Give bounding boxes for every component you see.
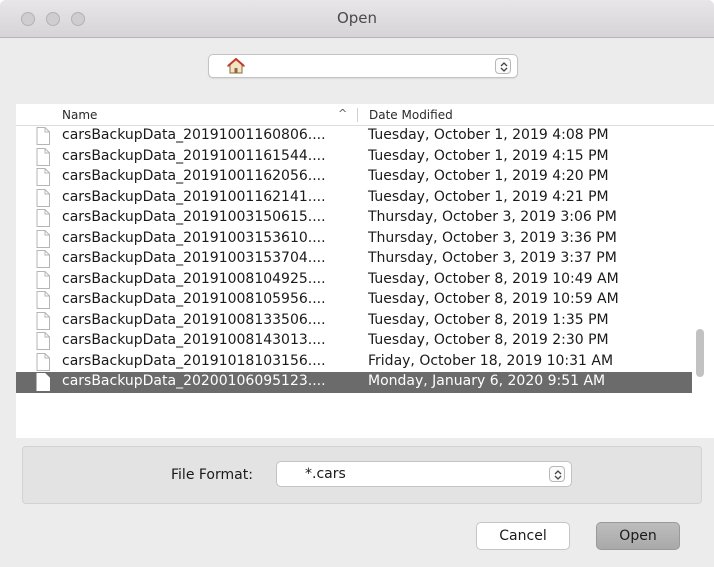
file-format-panel: File Format: *.cars bbox=[22, 446, 702, 504]
document-icon bbox=[36, 209, 50, 227]
location-popup[interactable] bbox=[208, 54, 518, 78]
document-icon bbox=[36, 332, 50, 350]
file-date-modified: Tuesday, October 8, 2019 10:49 AM bbox=[368, 270, 619, 287]
list-header: Name ^ Date Modified bbox=[16, 104, 714, 126]
file-date-modified: Thursday, October 3, 2019 3:36 PM bbox=[368, 229, 617, 246]
file-date-modified: Tuesday, October 1, 2019 4:20 PM bbox=[368, 168, 609, 184]
file-name: carsBackupData_20191018103156.... bbox=[62, 352, 326, 369]
document-icon bbox=[36, 291, 50, 309]
file-date-modified: Tuesday, October 8, 2019 1:35 PM bbox=[368, 311, 609, 328]
file-name: carsBackupData_20200106095123.... bbox=[62, 373, 326, 389]
file-name: carsBackupData_20191008105956.... bbox=[62, 291, 326, 307]
file-row[interactable]: carsBackupData_20191003150615.... Thursda… bbox=[16, 208, 692, 229]
title-bar[interactable]: Open bbox=[0, 0, 714, 38]
home-icon bbox=[227, 58, 245, 74]
document-icon bbox=[36, 250, 50, 268]
column-divider[interactable] bbox=[357, 108, 358, 122]
file-rows: carsBackupData_20191001160806.... Tuesday… bbox=[16, 126, 714, 393]
document-icon bbox=[36, 270, 50, 289]
location-bar bbox=[0, 38, 714, 96]
document-icon bbox=[36, 229, 50, 248]
document-icon bbox=[36, 373, 50, 391]
file-format-select[interactable]: *.cars bbox=[276, 461, 572, 487]
file-name: carsBackupData_20191001162141.... bbox=[62, 188, 326, 205]
file-name: carsBackupData_20191003150615.... bbox=[62, 209, 326, 225]
dialog-footer: File Format: *.cars Cancel Open bbox=[0, 438, 714, 567]
file-date-modified: Tuesday, October 1, 2019 4:15 PM bbox=[368, 147, 609, 164]
file-date-modified: Friday, October 18, 2019 10:31 AM bbox=[368, 352, 614, 369]
file-row[interactable]: carsBackupData_20191003153610.... Thursda… bbox=[16, 229, 692, 250]
file-row[interactable]: carsBackupData_20191018103156.... Friday,… bbox=[16, 352, 692, 373]
file-name: carsBackupData_20191008104925.... bbox=[62, 270, 326, 287]
file-format-label: File Format: bbox=[171, 467, 253, 483]
file-date-modified: Thursday, October 3, 2019 3:37 PM bbox=[368, 250, 617, 266]
file-date-modified: Thursday, October 3, 2019 3:06 PM bbox=[368, 209, 617, 225]
file-format-value: *.cars bbox=[305, 466, 346, 482]
file-date-modified: Tuesday, October 8, 2019 10:59 AM bbox=[368, 291, 619, 307]
file-row[interactable]: carsBackupData_20191001160806.... Tuesday… bbox=[16, 126, 692, 147]
file-row[interactable]: carsBackupData_20191001162141.... Tuesday… bbox=[16, 188, 692, 209]
file-name: carsBackupData_20191003153610.... bbox=[62, 229, 326, 246]
cancel-button[interactable]: Cancel bbox=[476, 522, 570, 550]
document-icon bbox=[36, 168, 50, 186]
file-row[interactable]: carsBackupData_20191008133506.... Tuesday… bbox=[16, 311, 692, 332]
document-icon bbox=[36, 352, 50, 371]
scrollbar-track[interactable] bbox=[692, 126, 714, 438]
file-row[interactable]: carsBackupData_20191001162056.... Tuesday… bbox=[16, 167, 692, 188]
file-row[interactable]: carsBackupData_20191003153704.... Thursda… bbox=[16, 249, 692, 270]
format-stepper-icon[interactable] bbox=[549, 466, 565, 482]
file-date-modified: Tuesday, October 8, 2019 2:30 PM bbox=[368, 332, 609, 348]
file-row[interactable]: carsBackupData_20191008143013.... Tuesday… bbox=[16, 331, 692, 352]
column-header-date-modified[interactable]: Date Modified bbox=[369, 108, 453, 122]
location-stepper-icon[interactable] bbox=[495, 58, 511, 74]
window-title: Open bbox=[336, 9, 378, 27]
file-name: carsBackupData_20191001160806.... bbox=[62, 127, 326, 143]
file-date-modified: Monday, January 6, 2020 9:51 AM bbox=[368, 373, 606, 389]
file-row[interactable]: carsBackupData_20191008105956.... Tuesday… bbox=[16, 290, 692, 311]
file-name: carsBackupData_20191001161544.... bbox=[62, 147, 326, 164]
file-browser-list[interactable]: Name ^ Date Modified carsBackupData_2019… bbox=[16, 104, 714, 438]
document-icon bbox=[36, 311, 50, 330]
column-header-name[interactable]: Name bbox=[62, 108, 97, 122]
file-row[interactable]: carsBackupData_20191008104925.... Tuesday… bbox=[16, 270, 692, 291]
scrollbar-thumb[interactable] bbox=[696, 329, 704, 377]
file-row[interactable]: carsBackupData_20191001161544.... Tuesday… bbox=[16, 147, 692, 168]
file-name: carsBackupData_20191008133506.... bbox=[62, 311, 326, 328]
document-icon bbox=[36, 127, 50, 145]
open-button[interactable]: Open bbox=[596, 522, 680, 550]
file-name: carsBackupData_20191003153704.... bbox=[62, 250, 326, 266]
file-date-modified: Tuesday, October 1, 2019 4:21 PM bbox=[368, 188, 609, 205]
open-dialog: Open Name ^ Date Modified carsBackupData… bbox=[0, 0, 714, 567]
file-date-modified: Tuesday, October 1, 2019 4:08 PM bbox=[368, 127, 609, 143]
sort-ascending-icon[interactable]: ^ bbox=[338, 107, 347, 120]
file-name: carsBackupData_20191001162056.... bbox=[62, 168, 326, 184]
file-row[interactable]: carsBackupData_20200106095123.... Monday,… bbox=[16, 372, 692, 393]
document-icon bbox=[36, 147, 50, 166]
file-name: carsBackupData_20191008143013.... bbox=[62, 332, 326, 348]
document-icon bbox=[36, 188, 50, 207]
